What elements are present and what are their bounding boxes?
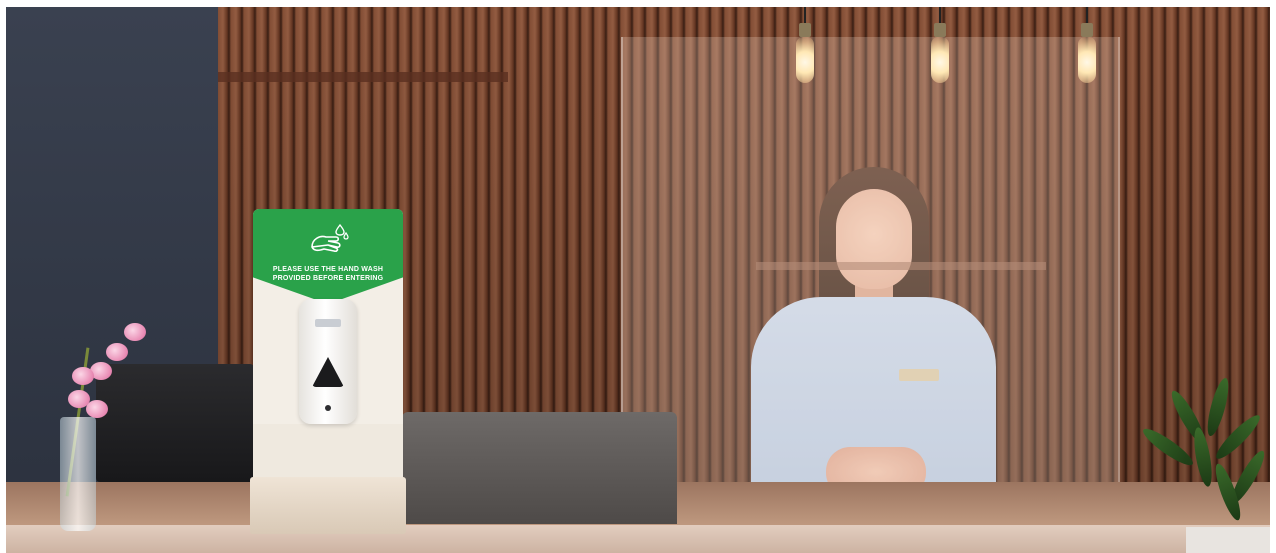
glass-vase [60,417,96,531]
dispenser-window [312,357,344,387]
orchid-flower [106,343,128,361]
sign-line-2: PROVIDED BEFORE ENTERING [272,275,384,282]
hand-sanitizer-stand: PLEASE USE THE HAND WASH PROVIDED BEFORE… [250,209,406,534]
orchid-flower [124,323,146,341]
stand-base [250,477,406,534]
wall-shelf [218,72,508,82]
wall-rail [756,262,1046,270]
dispenser-logo [315,319,341,327]
orchid-flower [72,367,94,385]
hand-wash-icon [311,223,349,252]
potted-plant [1121,367,1270,537]
sign-line-1: PLEASE USE THE HAND WASH [272,266,384,273]
dispenser-sensor [325,405,331,411]
soap-dispenser [299,299,357,424]
photo-scene: PLEASE USE THE HAND WASH PROVIDED BEFORE… [6,7,1270,553]
printer [96,364,254,482]
reception-desk-front [6,525,1270,553]
plant-pot [1186,527,1270,553]
stand-panel-lower [253,424,403,480]
sneeze-guard-screen [621,37,1120,527]
orchid-flower [86,400,108,418]
stand-sign-panel: PLEASE USE THE HAND WASH PROVIDED BEFORE… [253,209,403,304]
monitor-back [402,412,677,524]
sign-text: PLEASE USE THE HAND WASH PROVIDED BEFORE… [261,265,395,283]
